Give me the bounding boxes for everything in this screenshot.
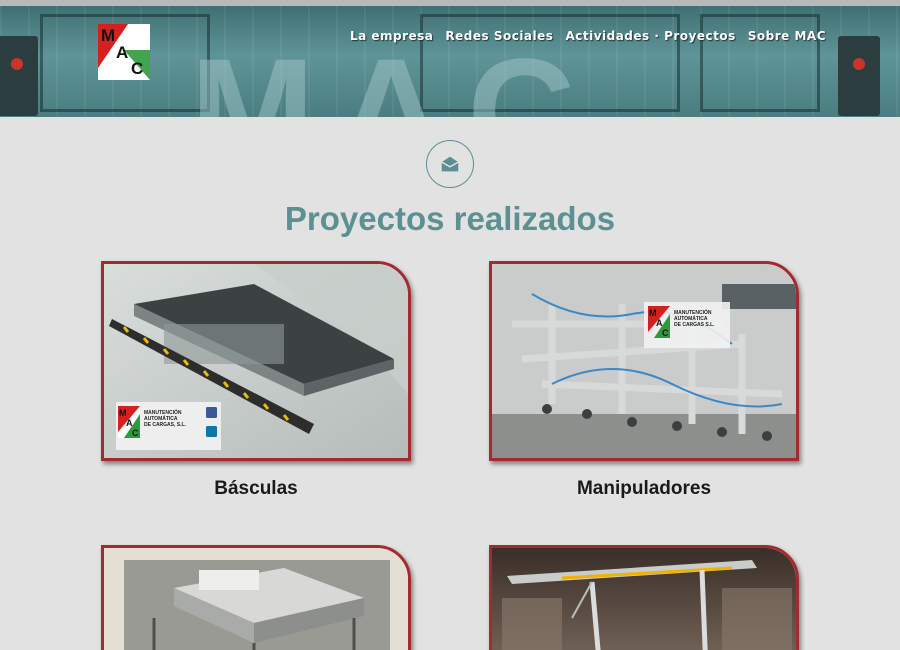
envelope-open-icon — [441, 156, 459, 172]
banner-watermark: MAC — [190, 27, 598, 117]
nav-redes-sociales[interactable]: Redes Sociales — [445, 29, 553, 43]
header-banner: MAC M A C La empresa Redes Sociales Acti… — [0, 6, 900, 117]
logo-letter-c: C — [131, 59, 144, 78]
overhead-crane-photo — [492, 548, 796, 650]
svg-text:A: A — [126, 418, 133, 428]
logo-letter-m: M — [101, 26, 116, 45]
card-logo-line: AUTOMÁTICA — [674, 315, 708, 322]
control-panel-left — [0, 36, 38, 116]
logo-letter-a: A — [116, 43, 129, 62]
section-badge — [426, 140, 474, 188]
project-caption-basculas[interactable]: Básculas — [101, 478, 411, 500]
project-caption-manipuladores[interactable]: Manipuladores — [489, 478, 799, 500]
project-card-3[interactable] — [101, 545, 411, 650]
nav-la-empresa[interactable]: La empresa — [350, 29, 433, 43]
svg-text:C: C — [662, 328, 669, 338]
project-card-4[interactable] — [489, 545, 799, 650]
vacuum-manipulator-photo: M A C MANUTENCIÓN AUTOMÁTICA DE CARGAS S… — [492, 264, 796, 458]
project-card-basculas[interactable]: M A C MANUTENCIÓN AUTOMÁTICA DE CARGAS, … — [101, 261, 411, 461]
card-logo-line: DE CARGAS S.L. — [674, 322, 715, 328]
page-title: Proyectos realizados — [284, 200, 616, 237]
platform-scale-photo: M A C MANUTENCIÓN AUTOMÁTICA DE CARGAS, … — [104, 264, 408, 458]
svg-text:M: M — [119, 408, 127, 418]
card-logo-line: AUTOMÁTICA — [144, 415, 178, 422]
nav-actividades-proyectos[interactable]: Actividades · Proyectos — [565, 29, 735, 43]
main-nav: La empresa Redes Sociales Actividades · … — [350, 29, 826, 43]
card-logo-line: MANUTENCIÓN — [674, 308, 712, 316]
card-logo-line: MANUTENCIÓN — [144, 408, 182, 416]
svg-text:M: M — [649, 308, 657, 318]
project-card-manipuladores[interactable]: M A C MANUTENCIÓN AUTOMÁTICA DE CARGAS S… — [489, 261, 799, 461]
svg-text:C: C — [132, 428, 139, 438]
card-logo-line: DE CARGAS, S.L. — [144, 422, 187, 428]
svg-text:A: A — [656, 318, 663, 328]
nav-sobre-mac[interactable]: Sobre MAC — [748, 29, 826, 43]
linkedin-icon — [206, 426, 217, 437]
facebook-icon — [206, 407, 217, 418]
machine-table-photo — [104, 548, 408, 650]
control-panel-right — [838, 36, 880, 116]
mac-logo[interactable]: M A C — [98, 24, 150, 80]
